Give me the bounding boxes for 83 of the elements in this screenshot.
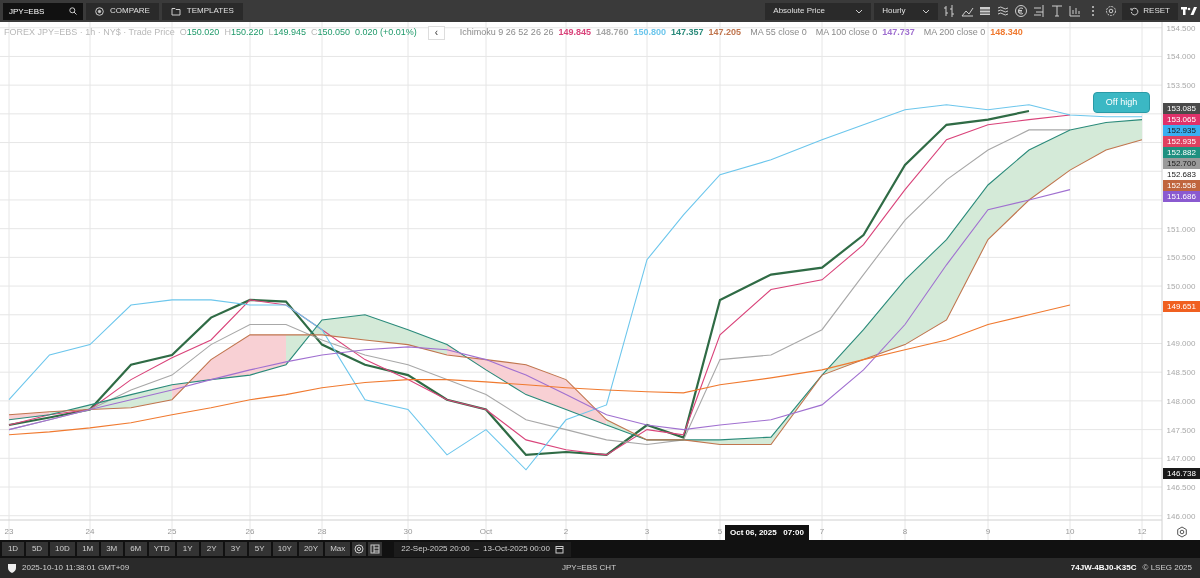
ohlc-value: O150.020 bbox=[179, 26, 220, 40]
ohlc-value: C150.050 bbox=[311, 26, 351, 40]
price-tag: 153.085 bbox=[1163, 103, 1200, 115]
indicator-label: MA 200 close 0 bbox=[923, 26, 986, 40]
axis-label: 7 bbox=[819, 527, 825, 536]
interval-dropdown[interactable]: Hourly bbox=[874, 2, 939, 20]
range-button[interactable]: Max bbox=[325, 542, 351, 556]
change-value: 0.020 (+0.01%) bbox=[355, 26, 417, 40]
range-button[interactable]: 3Y bbox=[224, 542, 247, 556]
axis-label: 10 bbox=[1065, 527, 1075, 536]
axis-label: 28 bbox=[317, 527, 327, 536]
range-button[interactable]: 20Y bbox=[298, 542, 324, 556]
axis-label: 12 bbox=[1137, 527, 1147, 536]
range-button[interactable]: 10Y bbox=[272, 542, 297, 556]
axis-label: 26 bbox=[245, 527, 255, 536]
session-code: 74JW-4BJ0-K35C bbox=[1070, 562, 1137, 574]
axis-label: 25 bbox=[167, 527, 177, 536]
indicator-label: MA 100 close 0 bbox=[815, 26, 878, 40]
collapse-button[interactable]: ‹ bbox=[427, 26, 445, 40]
ohlc-value: H150.220 bbox=[224, 26, 264, 40]
axis-label: 3 bbox=[644, 527, 650, 536]
price-tag: 152.882 bbox=[1163, 147, 1200, 159]
price-mode-dropdown[interactable]: Absolute Price bbox=[765, 2, 872, 20]
indicator-label: Ichimoku 9 26 52 26 26 bbox=[459, 26, 554, 40]
axis-label: 8 bbox=[902, 527, 908, 536]
indicator-value: 148.760 bbox=[595, 26, 629, 40]
date-tooltip: Oct 06, 2025 07:00 bbox=[725, 525, 809, 541]
axis-label: 154.000 bbox=[1166, 52, 1196, 62]
axis-label: 146.500 bbox=[1166, 483, 1196, 492]
axis-label: 2 bbox=[563, 527, 569, 536]
off-high-badge: Off high bbox=[1093, 92, 1150, 113]
indicator-value: 149.845 bbox=[558, 26, 591, 40]
axis-label: 24 bbox=[85, 527, 95, 536]
indicator-value: 150.800 bbox=[633, 26, 667, 40]
axis-label: 30 bbox=[403, 527, 413, 536]
axis-label: 149.000 bbox=[1166, 339, 1196, 349]
ohlc-value: L149.945 bbox=[268, 26, 306, 40]
range-button[interactable]: YTD bbox=[148, 542, 175, 556]
range-button[interactable]: 1D bbox=[2, 542, 24, 556]
axis-label: 5 bbox=[717, 527, 723, 536]
indicator-label: MA 55 close 0 bbox=[750, 26, 807, 40]
indicator-value: 147.737 bbox=[882, 26, 915, 40]
price-tag: 152.700 bbox=[1163, 158, 1200, 170]
search-field[interactable]: JPY=EBS bbox=[3, 2, 83, 20]
price-tag: 152.935 bbox=[1163, 136, 1200, 148]
axis-label: 23 bbox=[4, 527, 14, 536]
range-button[interactable]: 1Y bbox=[176, 542, 199, 556]
axis-label: 150.000 bbox=[1166, 282, 1196, 292]
chart-name: JPY=EBS CHT bbox=[562, 562, 617, 574]
axis-label: 153.500 bbox=[1166, 81, 1196, 91]
compare-button[interactable]: COMPARE bbox=[86, 2, 159, 20]
price-tag: 152.935 bbox=[1163, 125, 1200, 137]
reset-button[interactable]: RESET bbox=[1122, 2, 1178, 20]
axis-label: 147.000 bbox=[1166, 454, 1196, 464]
range-button[interactable]: 5D bbox=[26, 542, 48, 556]
axis-label: Oct bbox=[479, 527, 493, 536]
range-button[interactable]: 2Y bbox=[200, 542, 223, 556]
copyright: © LSEG 2025 bbox=[1142, 562, 1192, 574]
price-tag: 146.738 bbox=[1163, 467, 1200, 479]
price-tag: 149.651 bbox=[1163, 300, 1200, 312]
range-button[interactable]: 1M bbox=[76, 542, 99, 556]
axis-label: 154.500 bbox=[1166, 23, 1196, 33]
range-button[interactable]: 10D bbox=[50, 542, 75, 556]
date-range-field[interactable]: 22-Sep-2025 20:00 – 13-Oct-2025 00:00 bbox=[394, 541, 571, 557]
axis-label: 150.500 bbox=[1166, 253, 1196, 263]
timestamp: 2025-10-10 11:38:01 GMT+09 bbox=[22, 562, 131, 574]
range-button[interactable]: 6M bbox=[124, 542, 147, 556]
price-tag: 153.065 bbox=[1163, 114, 1200, 126]
indicator-value: 148.340 bbox=[990, 26, 1023, 40]
axis-label: 147.500 bbox=[1166, 425, 1196, 435]
axis-label: 148.000 bbox=[1166, 396, 1196, 406]
range-button[interactable]: 5Y bbox=[248, 542, 271, 556]
axis-label: 9 bbox=[985, 527, 991, 536]
price-tag: 152.558 bbox=[1163, 180, 1200, 192]
range-button[interactable]: 3M bbox=[100, 542, 123, 556]
axis-label: 146.000 bbox=[1166, 511, 1196, 521]
axis-label: 151.000 bbox=[1166, 224, 1196, 234]
axis-label: 148.500 bbox=[1166, 368, 1196, 378]
indicator-value: 147.357 bbox=[671, 26, 704, 40]
instrument-label: FOREX JPY=EBS · 1h · NY$ · Trade Price bbox=[4, 26, 175, 40]
indicator-value: 147.205 bbox=[708, 26, 742, 40]
price-tag: 151.686 bbox=[1163, 191, 1200, 203]
templates-button[interactable]: TEMPLATES bbox=[161, 2, 243, 20]
